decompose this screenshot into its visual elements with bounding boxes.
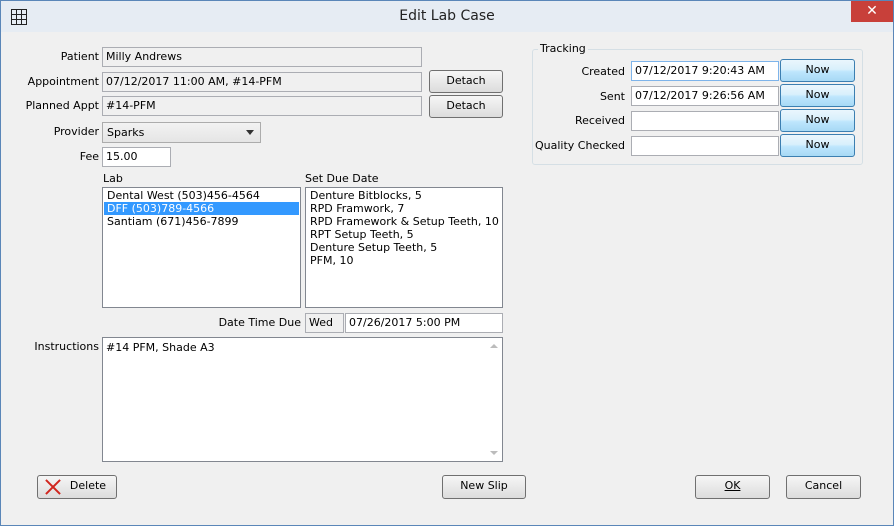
- fee-field[interactable]: 15.00: [102, 147, 171, 167]
- scroll-down-icon[interactable]: [490, 451, 498, 455]
- sent-label: Sent: [599, 90, 625, 103]
- created-now-button[interactable]: Now: [780, 59, 855, 82]
- scroll-up-icon[interactable]: [490, 344, 498, 348]
- instructions-scrollbar[interactable]: [485, 338, 502, 461]
- quality-checked-label: Quality Checked: [535, 139, 625, 152]
- cancel-button[interactable]: Cancel: [786, 475, 861, 499]
- set-due-date-label: Set Due Date: [305, 172, 379, 185]
- delete-label: Delete: [69, 479, 107, 492]
- received-field[interactable]: [631, 111, 779, 131]
- received-now-button[interactable]: Now: [780, 109, 855, 132]
- detach-planned-button[interactable]: Detach: [429, 95, 503, 118]
- lab-list-item[interactable]: Santiam (671)456-7899: [104, 215, 299, 228]
- title-bar[interactable]: Edit Lab Case ✕: [1, 1, 893, 32]
- chevron-down-icon: [246, 130, 254, 135]
- edit-lab-case-window: Edit Lab Case ✕ Patient Milly Andrews Ap…: [0, 0, 894, 526]
- delete-button[interactable]: Delete: [37, 475, 117, 499]
- due-date-item[interactable]: Denture Setup Teeth, 5: [307, 241, 501, 254]
- due-date-item[interactable]: RPD Framework & Setup Teeth, 10: [307, 215, 501, 228]
- due-date-item[interactable]: RPT Setup Teeth, 5: [307, 228, 501, 241]
- sent-field[interactable]: 07/12/2017 9:26:56 AM: [631, 86, 779, 106]
- due-datetime-field[interactable]: 07/26/2017 5:00 PM: [345, 313, 503, 333]
- created-label: Created: [581, 65, 625, 78]
- dialog-body: Patient Milly Andrews Appointment 07/12/…: [9, 32, 887, 519]
- patient-label: Patient: [60, 50, 99, 63]
- lab-listbox[interactable]: Dental West (503)456-4564 DFF (503)789-4…: [102, 187, 301, 308]
- ok-button[interactable]: OK: [695, 475, 770, 499]
- created-field[interactable]: 07/12/2017 9:20:43 AM: [631, 61, 779, 81]
- provider-label: Provider: [53, 125, 99, 138]
- appointment-field: 07/12/2017 11:00 AM, #14-PFM: [102, 72, 422, 92]
- provider-select[interactable]: Sparks: [102, 122, 261, 143]
- sent-now-button[interactable]: Now: [780, 84, 855, 107]
- detach-appointment-button[interactable]: Detach: [429, 70, 503, 93]
- due-day-field: Wed: [305, 313, 344, 333]
- instructions-text: #14 PFM, Shade A3: [106, 341, 215, 354]
- instructions-label: Instructions: [34, 340, 99, 353]
- planned-appt-field: #14-PFM: [102, 96, 422, 116]
- due-date-item[interactable]: Denture Bitblocks, 5: [307, 189, 501, 202]
- due-date-item[interactable]: PFM, 10: [307, 254, 501, 267]
- planned-appt-label: Planned Appt: [25, 99, 99, 112]
- instructions-textarea[interactable]: #14 PFM, Shade A3: [102, 337, 503, 462]
- due-date-item[interactable]: RPD Framwork, 7: [307, 202, 501, 215]
- due-date-listbox[interactable]: Denture Bitblocks, 5 RPD Framwork, 7 RPD…: [305, 187, 503, 308]
- provider-value: Sparks: [107, 126, 145, 139]
- quality-checked-field[interactable]: [631, 136, 779, 156]
- window-title: Edit Lab Case: [399, 8, 495, 24]
- lab-list-item[interactable]: Dental West (503)456-4564: [104, 189, 299, 202]
- appointment-label: Appointment: [27, 75, 99, 88]
- tracking-title: Tracking: [538, 42, 588, 55]
- delete-x-icon: [44, 478, 62, 496]
- patient-field: Milly Andrews: [102, 47, 422, 67]
- received-label: Received: [574, 114, 625, 127]
- lab-label: Lab: [103, 172, 123, 185]
- lab-list-item-selected[interactable]: DFF (503)789-4566: [104, 202, 299, 215]
- close-button[interactable]: ✕: [851, 1, 893, 22]
- date-time-due-label: Date Time Due: [218, 316, 301, 329]
- new-slip-button[interactable]: New Slip: [442, 475, 526, 499]
- quality-checked-now-button[interactable]: Now: [780, 134, 855, 157]
- fee-label: Fee: [79, 150, 99, 163]
